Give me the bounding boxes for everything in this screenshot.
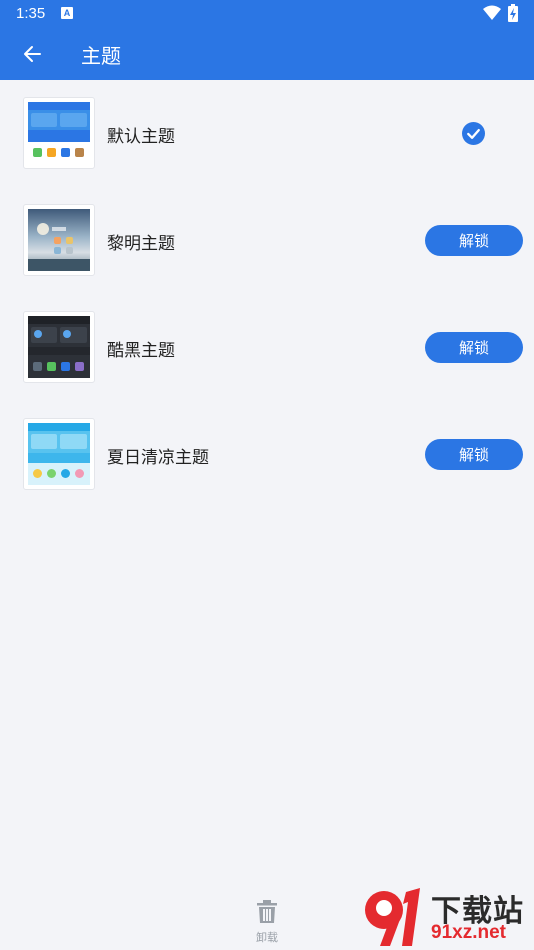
unlock-button[interactable]: 解锁 xyxy=(425,332,523,363)
status-bar: 1:35 A xyxy=(0,0,534,28)
app-bar: 主题 xyxy=(0,28,534,80)
theme-name: 夏日清凉主题 xyxy=(107,448,209,468)
theme-name: 黎明主题 xyxy=(107,234,175,254)
theme-thumbnail xyxy=(23,97,95,169)
watermark-url: 91xz.net xyxy=(431,922,506,943)
arrow-left-icon xyxy=(24,46,41,62)
trash-icon xyxy=(257,900,277,923)
theme-item-default[interactable]: 默认主题 xyxy=(0,97,534,177)
theme-item-dawn[interactable]: 黎明主题 解锁 xyxy=(0,204,534,284)
theme-item-summer[interactable]: 夏日清凉主题 解锁 xyxy=(0,418,534,498)
status-time: 1:35 xyxy=(16,5,46,22)
theme-item-black[interactable]: 酷黑主题 解锁 xyxy=(0,311,534,391)
notification-icon: A xyxy=(61,7,73,19)
check-circle-icon[interactable] xyxy=(462,122,485,145)
theme-name: 默认主题 xyxy=(107,127,175,147)
watermark: 下载站 91xz.net xyxy=(360,884,534,950)
theme-thumbnail xyxy=(23,204,95,276)
back-button[interactable] xyxy=(14,36,50,72)
page-title: 主题 xyxy=(81,44,121,68)
theme-thumbnail xyxy=(23,311,95,383)
unlock-button[interactable]: 解锁 xyxy=(425,225,523,256)
unlock-button[interactable]: 解锁 xyxy=(425,439,523,470)
wifi-icon xyxy=(483,5,501,20)
uninstall-button[interactable]: 卸载 xyxy=(243,900,291,944)
theme-thumbnail xyxy=(23,418,95,490)
battery-icon xyxy=(508,4,518,22)
uninstall-label: 卸载 xyxy=(256,931,278,944)
theme-name: 酷黑主题 xyxy=(107,341,175,361)
watermark-logo xyxy=(365,888,420,946)
